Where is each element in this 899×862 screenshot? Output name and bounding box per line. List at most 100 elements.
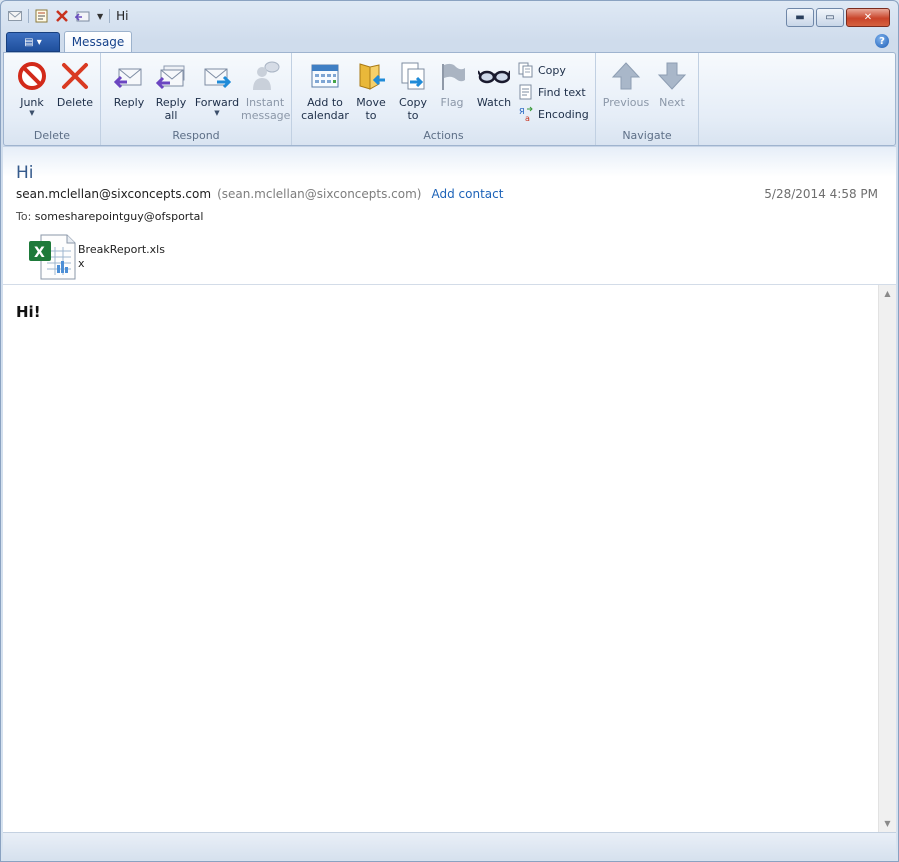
to-label: To:: [16, 210, 32, 223]
move-to-label-1: Move: [356, 96, 386, 109]
up-arrow-icon: [611, 62, 641, 90]
separator: [28, 9, 29, 23]
envelope-reply-icon: [113, 68, 142, 89]
flag-button[interactable]: Flag: [434, 60, 470, 109]
ribbon-tab-row: ▤ ▾ Message ?: [1, 31, 898, 53]
maximize-icon: ▭: [825, 12, 835, 23]
from-row: sean.mclellan@sixconcepts.com (sean.mclel…: [16, 187, 503, 201]
help-icon[interactable]: ?: [875, 34, 889, 48]
move-to-button[interactable]: Move to: [352, 60, 390, 122]
move-to-label-2: to: [365, 109, 377, 122]
group-label-actions: Actions: [423, 129, 464, 142]
red-x-icon: [62, 63, 88, 89]
sender-name[interactable]: sean.mclellan@sixconcepts.com: [16, 187, 211, 201]
quick-access-toolbar: ▼ Hi: [8, 9, 129, 23]
to-row: To: somesharepointguy@ofsportal: [16, 210, 203, 223]
find-text-icon: [519, 84, 532, 100]
group-actions: Add to calendar Move to Copy to Flag Wat…: [292, 53, 596, 145]
copy-to-button[interactable]: Copy to: [394, 60, 432, 122]
people-chat-icon: [253, 61, 280, 90]
qat-dropdown-icon[interactable]: ▼: [97, 12, 103, 21]
next-button[interactable]: Next: [652, 60, 692, 109]
instant-message-label-2: message: [241, 109, 291, 122]
flag-icon: [442, 63, 465, 90]
delete-label: Delete: [56, 96, 94, 109]
next-label: Next: [659, 96, 685, 109]
delete-button[interactable]: Delete: [54, 60, 96, 109]
vertical-scrollbar[interactable]: ▲ ▼: [878, 285, 896, 832]
no-entry-icon: [18, 62, 46, 90]
window-controls: ▬ ▭ ✕: [786, 8, 890, 27]
watch-button[interactable]: Watch: [474, 60, 514, 109]
message-body-text: Hi!: [16, 303, 41, 321]
group-delete: Junk ▼ Delete Delete: [4, 53, 101, 145]
window-title: Hi: [116, 9, 129, 23]
scroll-up-icon[interactable]: ▲: [879, 285, 896, 302]
reply-label: Reply: [113, 96, 145, 109]
reply-all-button[interactable]: Reply all: [149, 60, 193, 122]
glasses-icon: [478, 70, 510, 84]
excel-file-icon: X: [29, 234, 76, 280]
add-to-calendar-label-2: calendar: [301, 109, 349, 122]
forward-label: Forward: [194, 96, 240, 109]
chevron-down-icon: ▼: [214, 109, 220, 117]
delete-icon[interactable]: [55, 9, 69, 23]
down-arrow-icon: [657, 62, 687, 90]
add-to-calendar-button[interactable]: Add to calendar: [298, 60, 352, 122]
copy-to-label-1: Copy: [399, 96, 427, 109]
message-header: Hi sean.mclellan@sixconcepts.com (sean.mc…: [3, 146, 896, 285]
folder-arrow-icon: [359, 63, 385, 90]
document-copy-icon: [401, 62, 425, 90]
encoding-button[interactable]: Яa Encoding: [518, 106, 589, 122]
group-navigate: Previous Next Navigate: [596, 53, 699, 145]
encoding-label: Encoding: [538, 107, 589, 121]
reply-icon[interactable]: [75, 9, 91, 23]
minimize-icon: ▬: [795, 12, 805, 23]
instant-message-button[interactable]: Instant message: [241, 60, 291, 122]
tab-message[interactable]: Message: [64, 31, 132, 53]
forward-button[interactable]: Forward ▼: [193, 60, 241, 117]
scroll-down-icon[interactable]: ▼: [879, 815, 896, 832]
reply-button[interactable]: Reply: [107, 60, 151, 109]
properties-icon[interactable]: [35, 9, 49, 23]
minimize-button[interactable]: ▬: [786, 8, 814, 27]
svg-text:a: a: [525, 114, 530, 122]
copy-button[interactable]: Copy: [518, 62, 566, 78]
previous-button[interactable]: Previous: [602, 60, 650, 109]
maximize-button[interactable]: ▭: [816, 8, 844, 27]
recipient-address[interactable]: somesharepointguy@ofsportal: [35, 210, 204, 223]
group-label-navigate: Navigate: [622, 129, 672, 142]
separator: [109, 9, 111, 23]
find-text-button[interactable]: Find text: [518, 84, 586, 100]
chevron-down-icon: ▼: [29, 109, 35, 117]
status-bar: [3, 832, 896, 860]
mail-window: ▼ Hi ▬ ▭ ✕ ▤ ▾ Message ? Junk ▼ Delete D…: [0, 0, 899, 862]
junk-button[interactable]: Junk ▼: [13, 60, 51, 117]
sender-address: (sean.mclellan@sixconcepts.com): [217, 187, 422, 201]
envelope-reply-all-icon: [155, 65, 185, 90]
close-icon: ✕: [863, 12, 873, 23]
group-label-respond: Respond: [172, 129, 220, 142]
add-contact-link[interactable]: Add contact: [431, 187, 503, 201]
attachment[interactable]: X BreakReport.xlsx: [27, 233, 167, 281]
reply-all-label-2: all: [164, 109, 178, 122]
instant-message-label-1: Instant: [245, 96, 285, 109]
copy-icon: [518, 62, 533, 78]
title-bar: ▼ Hi ▬ ▭ ✕: [1, 1, 898, 31]
attachment-name: BreakReport.xlsx: [78, 243, 165, 270]
ribbon: Junk ▼ Delete Delete Reply Reply all For…: [3, 52, 896, 146]
add-to-calendar-label-1: Add to: [307, 96, 343, 109]
message-body[interactable]: Hi! ▲ ▼: [3, 284, 896, 832]
group-label-delete: Delete: [33, 129, 71, 142]
watch-label: Watch: [476, 96, 512, 109]
reply-all-label-1: Reply: [155, 96, 187, 109]
close-button[interactable]: ✕: [846, 8, 890, 27]
envelope-forward-icon: [204, 68, 232, 89]
app-menu-icon: ▤ ▾: [24, 36, 42, 48]
copy-label: Copy: [538, 63, 566, 77]
flag-label: Flag: [440, 96, 464, 109]
junk-label: Junk: [20, 96, 44, 109]
calendar-icon: [311, 64, 339, 88]
app-menu-button[interactable]: ▤ ▾: [6, 32, 60, 52]
find-text-label: Find text: [538, 85, 586, 99]
